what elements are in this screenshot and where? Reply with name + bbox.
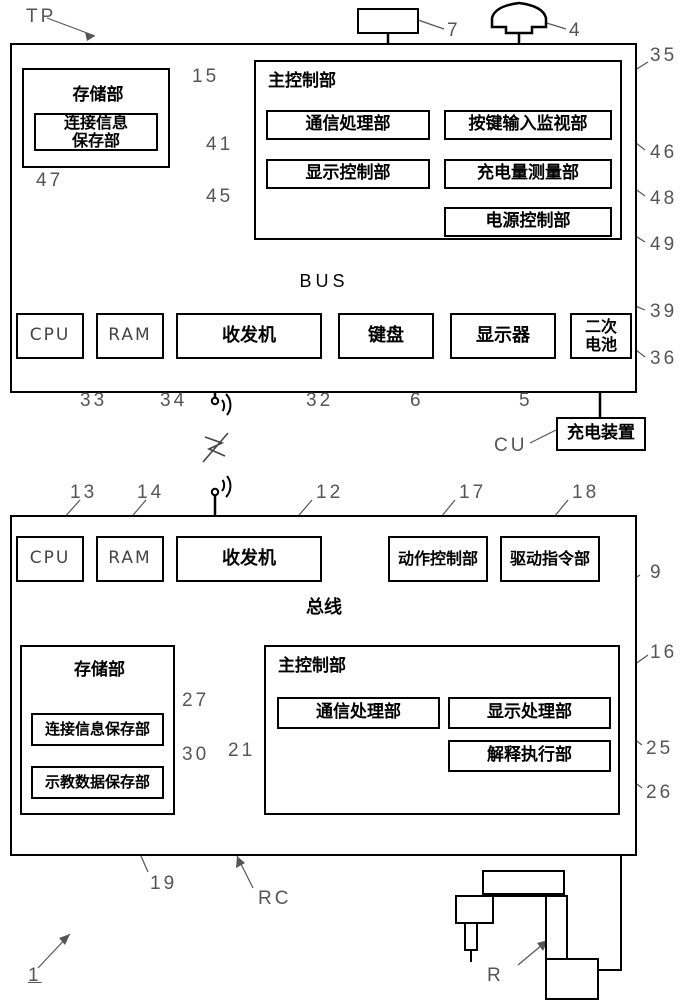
robot-code-label: R — [487, 965, 504, 986]
patent-figure: 7 4 TP 存储部 连接信息 保存部 15 47 主控制部 通信処理部 按键输… — [0, 0, 682, 1000]
robot-drawing — [455, 870, 599, 1000]
